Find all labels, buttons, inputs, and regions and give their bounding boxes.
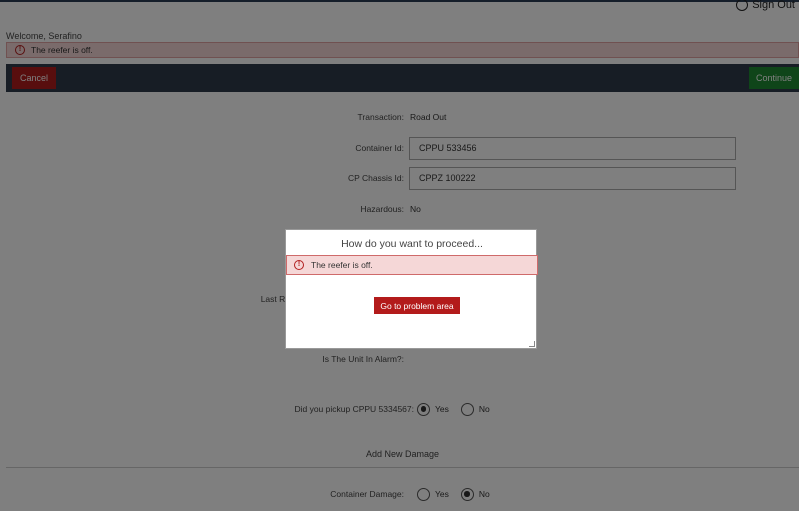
dialog-title: How do you want to proceed...: [341, 238, 483, 250]
dialog-alert-message: The reefer is off.: [311, 260, 373, 270]
exclamation-circle-icon: !: [294, 260, 304, 270]
resize-handle[interactable]: [529, 341, 535, 347]
go-to-problem-area-button[interactable]: Go to problem area: [374, 297, 460, 314]
dialog-alert: ! The reefer is off.: [286, 255, 538, 275]
proceed-dialog: How do you want to proceed... ! The reef…: [285, 229, 538, 349]
